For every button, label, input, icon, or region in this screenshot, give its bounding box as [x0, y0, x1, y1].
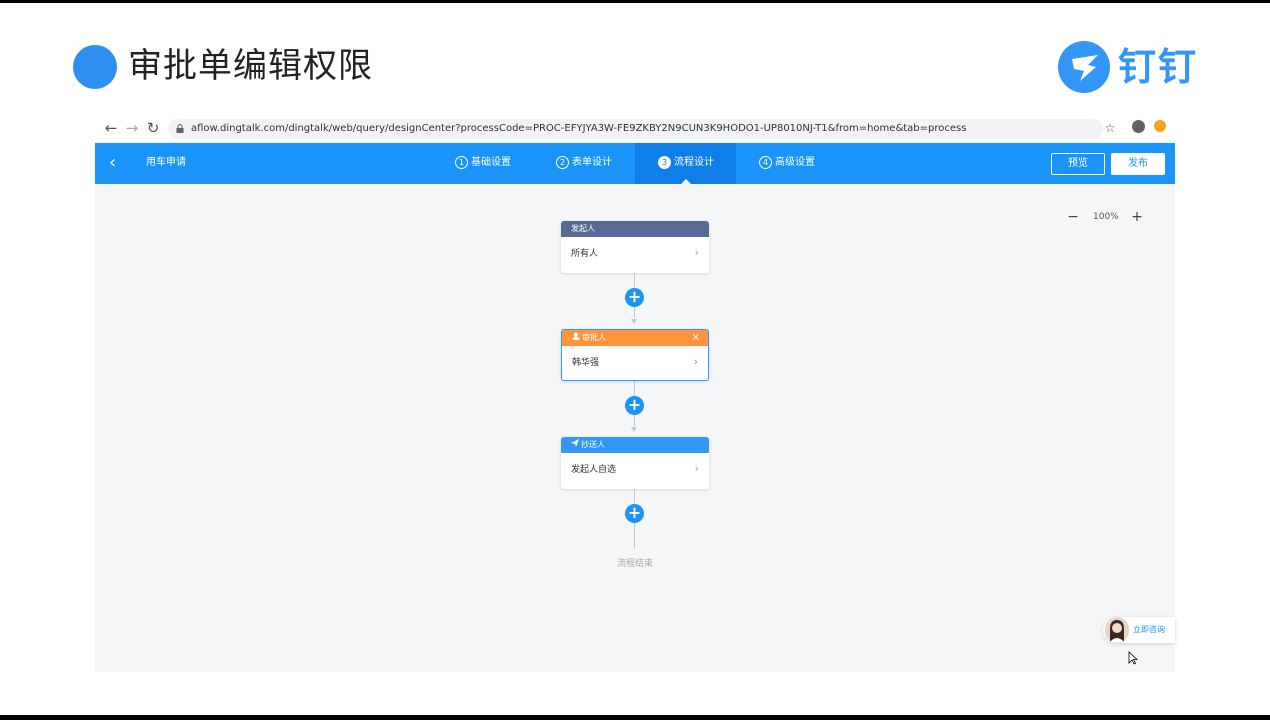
browser-toolbar: ← → ↻ aflow.dingtalk.com/dingtalk/web/qu…	[95, 117, 1175, 141]
back-icon[interactable]: ‹	[109, 153, 116, 173]
arrow-left-icon[interactable]: ←	[103, 119, 119, 137]
node-value: 所有人	[571, 249, 599, 259]
node-header: 抄送人	[561, 437, 709, 453]
address-bar[interactable]: aflow.dingtalk.com/dingtalk/web/query/de…	[168, 119, 1103, 139]
step-number: 2	[556, 156, 569, 169]
add-node-button[interactable]: +	[625, 504, 644, 523]
close-icon[interactable]: ×	[692, 330, 700, 346]
step-label: 高级设置	[775, 157, 815, 168]
extension-icon[interactable]	[1152, 120, 1168, 136]
title-bullet-dot	[73, 45, 117, 89]
browser-window: ← → ↻ aflow.dingtalk.com/dingtalk/web/qu…	[95, 117, 1175, 672]
lock-icon	[176, 124, 184, 133]
flow-end-label: 流程结束	[616, 559, 653, 569]
node-header: 审批人 ×	[562, 330, 708, 346]
send-icon	[571, 437, 579, 453]
step-advanced-settings[interactable]: 4 高级设置	[759, 143, 819, 184]
step-basic-settings[interactable]: 1 基础设置	[455, 143, 515, 184]
preview-button[interactable]: 预览	[1051, 153, 1105, 175]
add-node-button[interactable]: +	[625, 396, 644, 415]
mouse-cursor-icon	[1128, 651, 1138, 665]
dingtalk-logo-icon	[1058, 41, 1110, 93]
dingtalk-logo-text: 钉钉	[1118, 45, 1199, 89]
user-icon	[572, 330, 580, 346]
step-label: 基础设置	[471, 157, 511, 168]
url-text: aflow.dingtalk.com/dingtalk/web/query/de…	[191, 123, 967, 134]
node-body: 韩华强 ›	[562, 346, 708, 370]
app-title: 用车申请	[146, 157, 186, 168]
star-icon[interactable]: ☆	[1102, 120, 1118, 136]
arrow-right-icon[interactable]: →	[124, 119, 140, 137]
publish-button[interactable]: 发布	[1111, 153, 1165, 175]
flow-arrow	[631, 427, 637, 432]
slide-title: 审批单编辑权限	[128, 46, 373, 86]
node-body: 所有人 ›	[561, 237, 709, 261]
account-circle-icon[interactable]	[1130, 120, 1146, 136]
node-header-label: 抄送人	[581, 440, 605, 449]
initiator-node[interactable]: 发起人 所有人 ›	[561, 221, 709, 273]
support-agent-avatar	[1105, 617, 1129, 643]
step-label: 表单设计	[572, 157, 612, 168]
node-body: 发起人自选 ›	[561, 453, 709, 477]
chevron-right-icon: ›	[694, 246, 699, 259]
node-value: 韩华强	[572, 358, 600, 368]
zoom-in-button[interactable]: +	[1129, 209, 1145, 225]
approver-node[interactable]: 审批人 × 韩华强 ›	[561, 329, 709, 381]
chevron-right-icon: ›	[694, 462, 699, 475]
consult-label: 立即咨询	[1133, 625, 1165, 634]
zoom-level: 100%	[1093, 212, 1119, 222]
step-form-design[interactable]: 2 表单设计	[556, 143, 616, 184]
slide: 审批单编辑权限 钉钉 ← → ↻ aflow.dingtalk.com/ding…	[0, 3, 1270, 715]
flow-arrow	[631, 319, 637, 324]
step-number: 1	[455, 156, 468, 169]
zoom-out-button[interactable]: −	[1065, 209, 1081, 225]
step-number: 3	[658, 156, 671, 169]
cc-node[interactable]: 抄送人 发起人自选 ›	[561, 437, 709, 489]
node-header-label: 审批人	[582, 333, 606, 342]
reload-icon[interactable]: ↻	[145, 119, 161, 137]
dingtalk-logo: 钉钉	[1058, 39, 1208, 95]
step-number: 4	[759, 156, 772, 169]
add-node-button[interactable]: +	[625, 288, 644, 307]
active-step-caret	[681, 179, 691, 184]
node-value: 发起人自选	[571, 465, 617, 475]
consult-button[interactable]: 立即咨询	[1103, 617, 1175, 643]
chevron-right-icon: ›	[693, 355, 698, 368]
step-label: 流程设计	[674, 157, 714, 168]
node-header: 发起人	[561, 221, 709, 237]
app-header: ‹ 用车申请 1 基础设置 2 表单设计 3 流程设计 4 高级设置 预览 发布	[95, 143, 1175, 184]
step-process-design[interactable]: 3 流程设计	[635, 143, 736, 184]
